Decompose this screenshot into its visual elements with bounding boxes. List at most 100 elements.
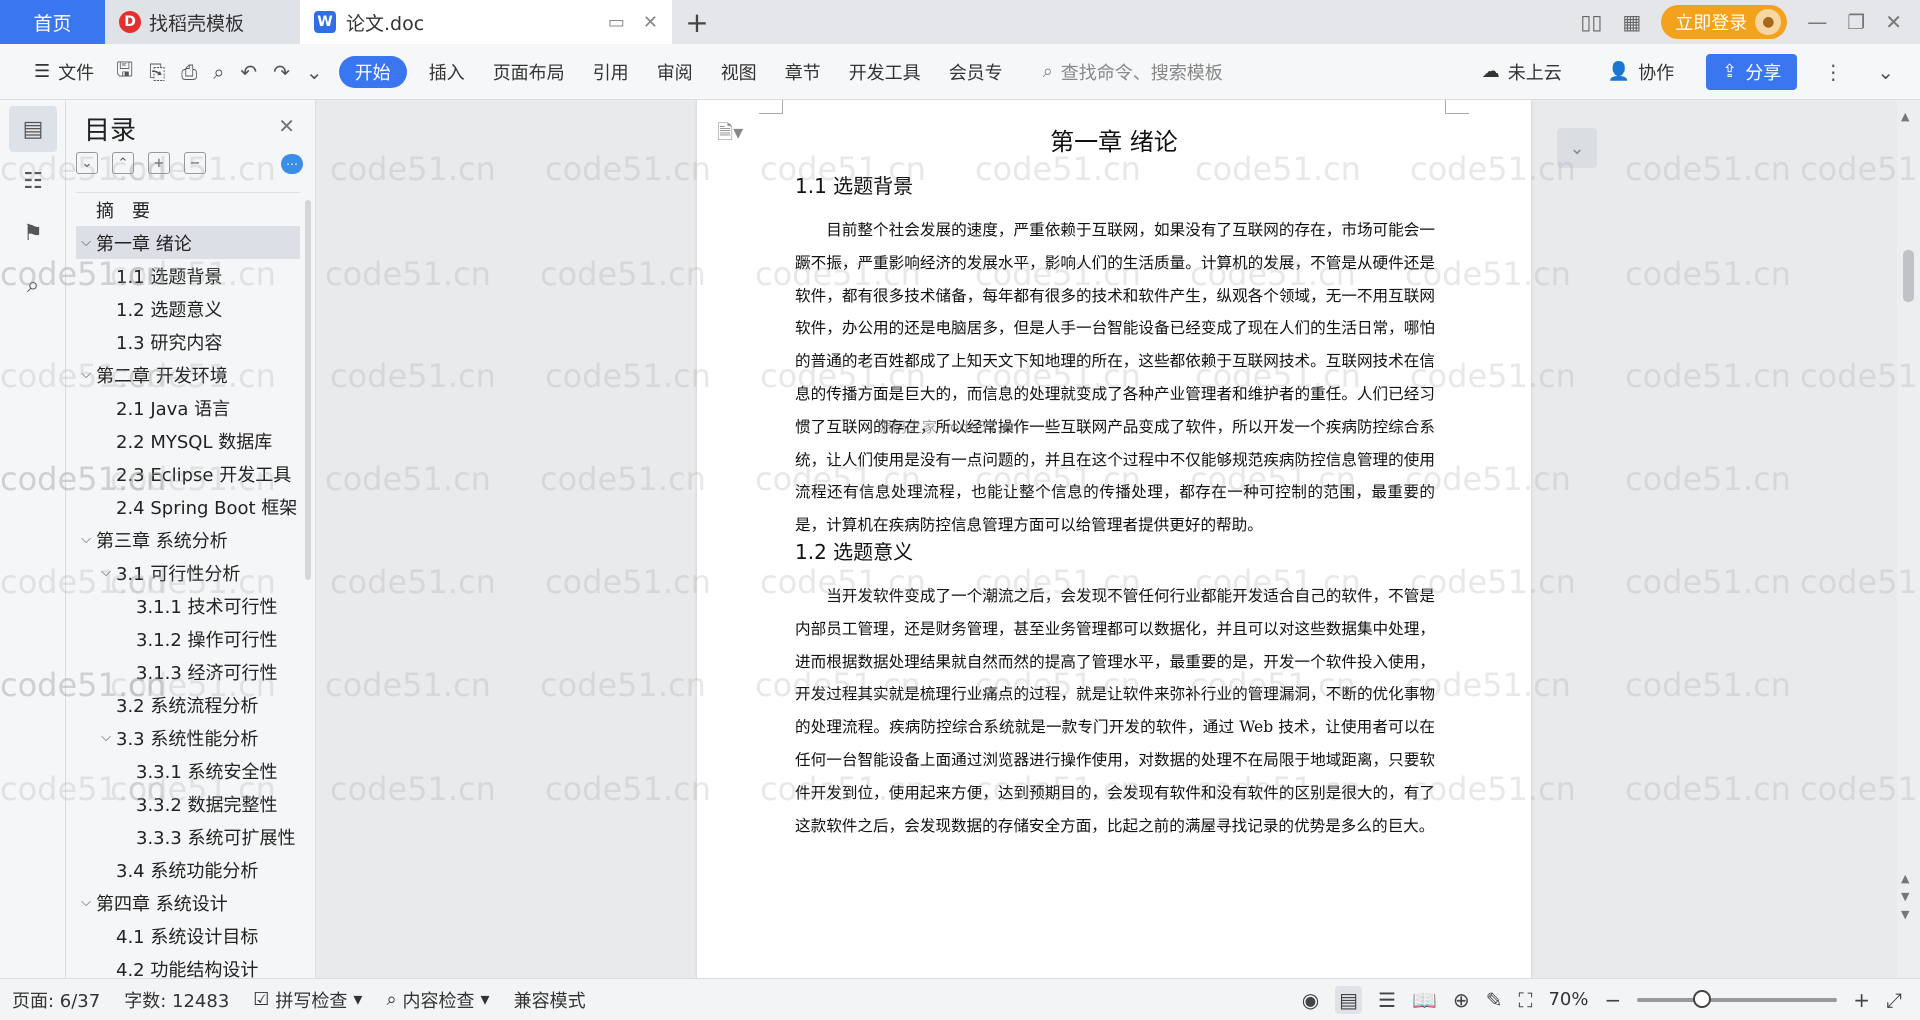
more-options-icon[interactable]: ⋮	[1815, 60, 1851, 84]
bookmark-icon[interactable]: ⚑	[9, 210, 57, 256]
minimize-icon[interactable]: —	[1807, 10, 1827, 34]
page-down-icon[interactable]: ▼	[1901, 908, 1909, 921]
menu-view[interactable]: 视图	[707, 52, 771, 92]
fullscreen-icon[interactable]: ⤢	[1886, 988, 1902, 1012]
toc-item[interactable]: 2.4 Spring Boot 框架	[76, 490, 300, 523]
pen-icon[interactable]: ✎	[1486, 988, 1503, 1012]
toc-item[interactable]: ⌵ 第四章 系统设计	[76, 886, 300, 919]
eye-protection-icon[interactable]: ◉	[1302, 988, 1319, 1012]
find-icon[interactable]: ⌕	[9, 262, 57, 308]
zoom-level[interactable]: 70%	[1548, 989, 1588, 1010]
scroll-thumb[interactable]	[1903, 250, 1914, 302]
tab-template[interactable]: D 找稻壳模板	[105, 0, 300, 44]
page-tool-icon[interactable]: ⌄	[1557, 128, 1597, 168]
save-icon[interactable]: 🖫	[108, 55, 141, 89]
menu-start[interactable]: 开始	[338, 55, 407, 88]
toc-item[interactable]: ⌵ 第三章 系统分析	[76, 523, 300, 556]
outline-view-icon[interactable]: ☰	[1378, 988, 1396, 1012]
restore-icon[interactable]: ❐	[1847, 10, 1865, 34]
vertical-scrollbar[interactable]: ▲ ▲ ▼ ▼	[1897, 100, 1920, 978]
menu-page-layout[interactable]: 页面布局	[479, 52, 579, 92]
file-menu[interactable]: ☰ 文件	[20, 52, 108, 92]
login-button[interactable]: 立即登录 ●	[1661, 5, 1788, 39]
chevron-down-icon[interactable]: ⌵	[76, 532, 96, 547]
print-icon[interactable]: ⎙	[173, 60, 205, 84]
grid-apps-icon[interactable]: ▦	[1622, 10, 1641, 34]
close-window-icon[interactable]: ✕	[1885, 10, 1902, 34]
export-icon[interactable]: ⎘	[141, 60, 173, 84]
collapse-ribbon-icon[interactable]: ⌄	[1869, 60, 1902, 84]
toc-item[interactable]: 3.1.3 经济可行性	[76, 655, 300, 688]
scroll-down-icon[interactable]: ▼	[1901, 890, 1909, 903]
chevron-down-icon[interactable]: ⌵	[76, 895, 96, 910]
toc-item[interactable]: ⌵ 第二章 开发环境	[76, 358, 300, 391]
print-preview-icon[interactable]: ⌕	[205, 60, 232, 84]
zoom-out-icon[interactable]: −	[1604, 988, 1621, 1012]
toc-item[interactable]: 3.4 系统功能分析	[76, 853, 300, 886]
tab-home[interactable]: 首页	[0, 0, 105, 44]
toc-item[interactable]: 3.1.2 操作可行性	[76, 622, 300, 655]
menu-references[interactable]: 引用	[579, 52, 643, 92]
toc-item[interactable]: 2.3 Eclipse 开发工具	[76, 457, 300, 490]
more-dropdown-icon[interactable]: ⌄	[298, 60, 331, 84]
menu-member[interactable]: 会员专	[935, 52, 1017, 92]
toc-item[interactable]: 4.2 功能结构设计	[76, 952, 300, 979]
chevron-down-icon[interactable]: ⌵	[76, 367, 96, 382]
command-search[interactable]: ⌕ 查找命令、搜索模板	[1029, 52, 1237, 92]
toc-item[interactable]: 3.2 系统流程分析	[76, 688, 300, 721]
spell-check-button[interactable]: ☑ 拼写检查 ▾	[241, 987, 374, 1013]
collaborate-button[interactable]: 👤 协作	[1594, 52, 1688, 92]
content-check-button[interactable]: ⌕ 内容检查 ▾	[374, 987, 501, 1013]
new-tab-button[interactable]: +	[672, 0, 722, 44]
toc-item[interactable]: 1.2 选题意义	[76, 292, 300, 325]
page-view-icon[interactable]: ▤	[1335, 985, 1363, 1014]
add-heading-icon[interactable]: +	[148, 152, 170, 174]
scroll-up-icon[interactable]: ▲	[1901, 110, 1909, 123]
undo-icon[interactable]: ↶	[232, 60, 265, 84]
menu-review[interactable]: 审阅	[643, 52, 707, 92]
reading-view-icon[interactable]: 📖	[1412, 988, 1437, 1012]
zoom-slider-knob[interactable]	[1693, 989, 1712, 1008]
toc-item[interactable]: ⌵ 3.1 可行性分析	[76, 556, 300, 589]
tab-document[interactable]: W 论文.doc ▭ ✕	[300, 0, 672, 44]
menu-developer[interactable]: 开发工具	[835, 52, 935, 92]
close-icon[interactable]: ✕	[278, 114, 295, 138]
toc-item[interactable]: 1.1 选题背景	[76, 259, 300, 292]
close-tab-icon[interactable]: ✕	[643, 12, 658, 33]
toc-item[interactable]: 4.1 系统设计目标	[76, 919, 300, 952]
toc-item[interactable]: ⌵ 3.3 系统性能分析	[76, 721, 300, 754]
redo-icon[interactable]: ↷	[265, 60, 298, 84]
toc-item[interactable]: 1.3 研究内容	[76, 325, 300, 358]
smart-toc-icon[interactable]: ⋯	[281, 154, 303, 174]
toc-item[interactable]: 摘 要	[76, 193, 300, 226]
toc-item[interactable]: 3.3.2 数据完整性	[76, 787, 300, 820]
remove-heading-icon[interactable]: −	[184, 152, 206, 174]
menu-insert[interactable]: 插入	[415, 52, 479, 92]
menu-chapter[interactable]: 章节	[771, 52, 835, 92]
collapse-all-icon[interactable]: ⌃	[112, 152, 134, 174]
document-page[interactable]: 🗎▾ 第一章 绪论 1.1 选题背景 目前整个社会发展的速度，严重依赖于互联网，…	[697, 100, 1531, 978]
reading-layout-icon[interactable]: ▯▯	[1580, 10, 1602, 34]
toc-item[interactable]: 3.3.1 系统安全性	[76, 754, 300, 787]
cloud-status-button[interactable]: ☁ 未上云	[1468, 52, 1576, 92]
navigation-icon[interactable]: ☷	[9, 158, 57, 204]
toc-scrollbar[interactable]	[305, 200, 311, 580]
page-up-icon[interactable]: ▲	[1901, 872, 1909, 885]
web-view-icon[interactable]: ⊕	[1453, 988, 1470, 1012]
fit-page-icon[interactable]: ⛶	[1518, 988, 1532, 1012]
chevron-down-icon[interactable]: ⌵	[96, 565, 116, 580]
chevron-down-icon[interactable]: ⌵	[76, 235, 96, 250]
chevron-down-icon[interactable]: ⌵	[96, 730, 116, 745]
page-indicator[interactable]: 页面: 6/37	[0, 987, 112, 1013]
zoom-in-icon[interactable]: +	[1853, 988, 1870, 1012]
word-count[interactable]: 字数: 12483	[112, 987, 241, 1013]
screen-icon[interactable]: ▭	[608, 12, 625, 33]
toc-item[interactable]: 2.1 Java 语言	[76, 391, 300, 424]
toc-item[interactable]: 3.1.1 技术可行性	[76, 589, 300, 622]
toc-item[interactable]: ⌵ 第一章 绪论	[76, 226, 300, 259]
expand-all-icon[interactable]: ⌄	[76, 152, 98, 174]
toc-item[interactable]: 3.3.3 系统可扩展性	[76, 820, 300, 853]
zoom-slider[interactable]	[1637, 989, 1838, 1008]
share-button[interactable]: ⇪ 分享	[1706, 53, 1798, 90]
toc-item[interactable]: 2.2 MYSQL 数据库	[76, 424, 300, 457]
